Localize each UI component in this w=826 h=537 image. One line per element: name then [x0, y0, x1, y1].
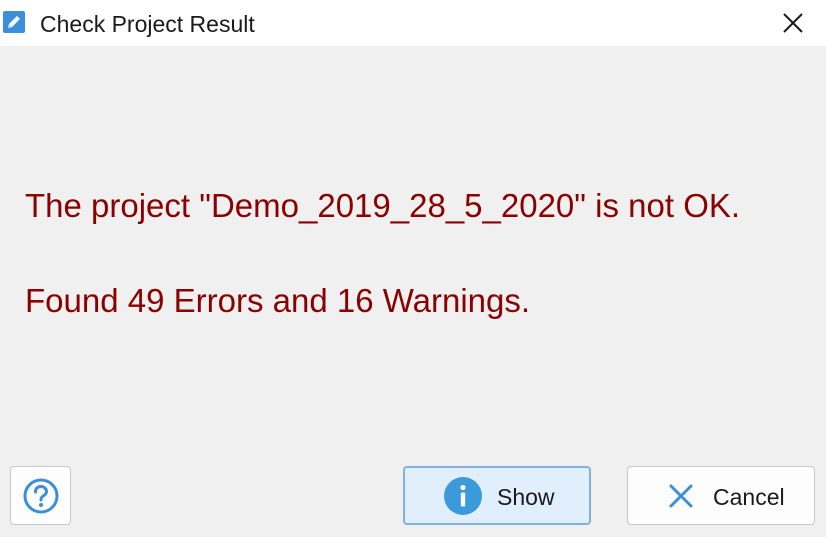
help-button[interactable]: [10, 466, 71, 525]
show-button[interactable]: Show: [403, 466, 591, 525]
close-button[interactable]: [774, 5, 812, 41]
cancel-button-label: Cancel: [713, 484, 785, 510]
show-button-label: Show: [497, 484, 555, 510]
cancel-button[interactable]: Cancel: [627, 466, 815, 525]
status-message: The project "Demo_2019_28_5_2020" is not…: [25, 187, 741, 224]
check-project-result-dialog: Check Project Result The project "Demo_2…: [0, 0, 826, 537]
pencil-icon: [3, 11, 25, 33]
info-icon: [444, 477, 482, 515]
x-icon: [669, 484, 693, 508]
question-circle-icon: [23, 478, 59, 514]
error-summary: Found 49 Errors and 16 Warnings.: [25, 282, 531, 319]
close-icon: [783, 13, 803, 33]
title-bar: Check Project Result: [0, 0, 826, 46]
window-title: Check Project Result: [40, 11, 255, 37]
